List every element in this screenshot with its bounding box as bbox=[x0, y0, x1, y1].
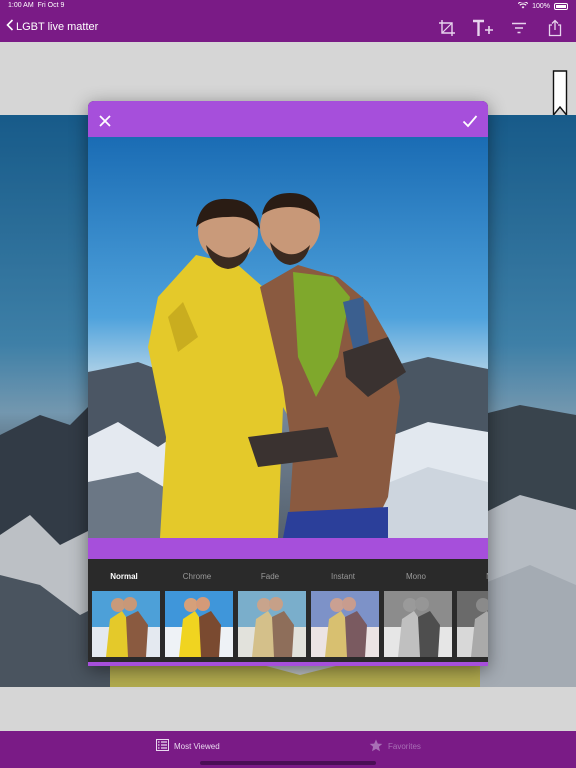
filter-option-normal[interactable]: Normal bbox=[88, 559, 160, 660]
back-label: LGBT live matter bbox=[16, 20, 99, 33]
close-icon[interactable] bbox=[98, 114, 112, 128]
battery-icon bbox=[554, 3, 568, 10]
status-bar: 1:00 AM Fri Oct 9 100% bbox=[8, 1, 568, 12]
filter-option-mono[interactable]: Mono bbox=[380, 559, 452, 660]
checkmark-icon[interactable] bbox=[462, 114, 478, 128]
modal-bottom-edge bbox=[88, 662, 488, 666]
filter-strip: Normal Chrome Fade Instant Mono bbox=[88, 559, 488, 666]
filter-thumbnail bbox=[92, 591, 160, 657]
filter-label: Fade bbox=[260, 572, 280, 581]
filter-icon[interactable] bbox=[508, 18, 530, 38]
modal-header bbox=[88, 101, 488, 137]
filter-option-instant[interactable]: Instant bbox=[307, 559, 379, 660]
filter-thumbnail bbox=[238, 591, 306, 657]
tab-favorites[interactable]: Favorites bbox=[369, 739, 421, 754]
filter-option-fade[interactable]: Fade bbox=[234, 559, 306, 660]
star-icon bbox=[369, 739, 383, 754]
filter-thumbnail bbox=[457, 591, 488, 657]
tab-label: Most Viewed bbox=[174, 741, 220, 751]
filter-label: Mono bbox=[405, 572, 426, 581]
photo-preview bbox=[88, 137, 488, 538]
status-time: 1:00 AM bbox=[8, 2, 34, 9]
filter-option-chrome[interactable]: Chrome bbox=[161, 559, 233, 660]
home-indicator[interactable] bbox=[200, 761, 376, 765]
back-button[interactable]: LGBT live matter bbox=[6, 19, 98, 34]
text-add-icon[interactable] bbox=[472, 18, 494, 38]
list-icon bbox=[156, 739, 169, 753]
navigation-bar: 1:00 AM Fri Oct 9 100% LGBT live matter bbox=[0, 0, 576, 42]
share-icon[interactable] bbox=[544, 18, 566, 38]
filter-label: Instant bbox=[330, 572, 355, 581]
filter-option-partial[interactable]: N bbox=[453, 559, 488, 660]
modal-divider bbox=[88, 538, 488, 559]
filter-label: Chrome bbox=[182, 572, 212, 581]
filter-thumbnail bbox=[384, 591, 452, 657]
bookmark-icon[interactable] bbox=[552, 70, 568, 117]
filter-editor-modal: Normal Chrome Fade Instant Mono bbox=[88, 101, 488, 666]
crop-icon[interactable] bbox=[436, 18, 458, 38]
tab-label: Favorites bbox=[388, 742, 421, 751]
filter-thumbnail bbox=[165, 591, 233, 657]
tab-most-viewed[interactable]: Most Viewed bbox=[156, 739, 220, 753]
battery-percent: 100% bbox=[532, 3, 550, 10]
status-date: Fri Oct 9 bbox=[37, 2, 65, 9]
filter-thumbnail bbox=[311, 591, 379, 657]
filter-label: N bbox=[453, 572, 488, 581]
filter-label: Normal bbox=[110, 572, 138, 581]
page-footer-area bbox=[0, 687, 576, 731]
wifi-icon bbox=[517, 1, 529, 11]
chevron-left-icon bbox=[6, 19, 14, 34]
